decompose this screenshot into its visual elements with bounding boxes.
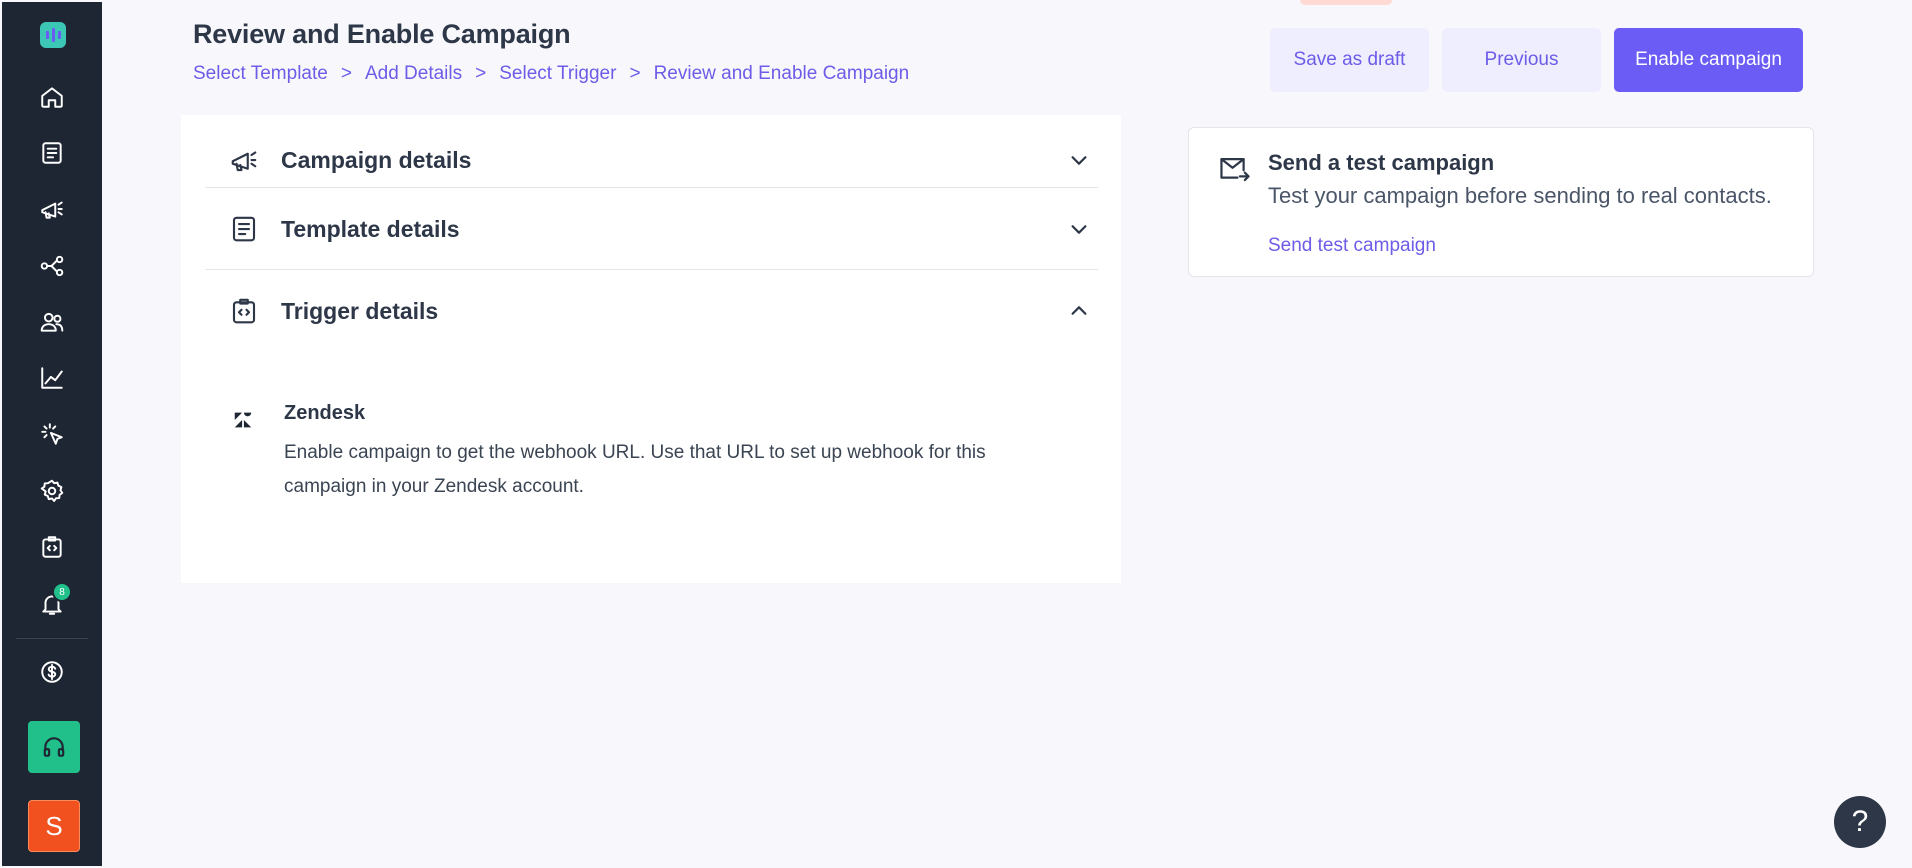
integration-icon xyxy=(229,296,259,326)
breadcrumb-current: Review and Enable Campaign xyxy=(653,63,910,84)
save-draft-button[interactable]: Save as draft xyxy=(1270,28,1429,92)
review-accordion: Campaign details Template details Trigge… xyxy=(181,115,1121,583)
notification-badge: 8 xyxy=(52,582,72,602)
sidebar-item-home[interactable] xyxy=(28,73,76,121)
chevron-up-icon[interactable] xyxy=(1068,300,1090,322)
accordion-label: Trigger details xyxy=(281,297,439,324)
trigger-provider: Zendesk xyxy=(284,402,366,424)
contacts-icon xyxy=(40,312,64,332)
flow-icon xyxy=(40,255,64,277)
breadcrumb-select-trigger[interactable]: Select Trigger xyxy=(499,63,616,85)
accordion-label: Template details xyxy=(281,215,460,242)
home-icon xyxy=(41,87,63,108)
accordion-template-details[interactable]: Template details xyxy=(205,188,1098,270)
breadcrumb: Select Template > Add Details > Select T… xyxy=(193,63,909,85)
sidebar-item-clicks[interactable] xyxy=(28,410,76,458)
sidebar-divider xyxy=(16,638,88,639)
headphones-icon xyxy=(43,737,65,757)
sidebar-item-settings[interactable] xyxy=(28,467,76,515)
click-icon xyxy=(41,423,63,445)
sidebar-item-campaigns[interactable] xyxy=(28,185,76,233)
enable-campaign-button[interactable]: Enable campaign xyxy=(1614,28,1803,92)
page-title: Review and Enable Campaign xyxy=(193,19,571,49)
test-campaign-subtitle: Test your campaign before sending to rea… xyxy=(1268,183,1772,208)
dollar-icon xyxy=(41,661,63,683)
test-campaign-card: Send a test campaign Test your campaign … xyxy=(1188,127,1814,277)
decorative-glow xyxy=(1300,0,1392,5)
sidebar-item-notifications[interactable]: 8 xyxy=(28,580,76,628)
accordion-label: Campaign details xyxy=(281,146,472,173)
campaign-megaphone-icon xyxy=(41,201,63,219)
breadcrumb-separator: > xyxy=(629,63,641,84)
sidebar: 8 S xyxy=(2,2,102,866)
zendesk-icon xyxy=(232,409,254,431)
trigger-description: Enable campaign to get the webhook URL. … xyxy=(284,442,986,497)
sidebar-item-billing[interactable] xyxy=(28,648,76,696)
sidebar-item-analytics[interactable] xyxy=(28,354,76,402)
breadcrumb-add-details[interactable]: Add Details xyxy=(365,63,462,85)
integration-icon xyxy=(42,536,62,558)
megaphone-icon xyxy=(229,145,259,175)
app-logo[interactable] xyxy=(40,22,66,48)
breadcrumb-separator: > xyxy=(475,63,487,84)
sidebar-item-templates[interactable] xyxy=(28,129,76,177)
support-button[interactable] xyxy=(28,721,80,773)
send-test-campaign-link[interactable]: Send test campaign xyxy=(1268,235,1436,257)
user-avatar[interactable]: S xyxy=(28,800,80,852)
analytics-icon xyxy=(41,367,63,389)
chevron-down-icon[interactable] xyxy=(1068,218,1090,240)
template-icon xyxy=(42,142,62,164)
test-campaign-title: Send a test campaign xyxy=(1268,150,1495,175)
breadcrumb-select-template[interactable]: Select Template xyxy=(193,63,328,85)
accordion-trigger-details[interactable]: Trigger details xyxy=(205,270,1098,352)
sidebar-item-flows[interactable] xyxy=(28,242,76,290)
sidebar-item-integrations[interactable] xyxy=(28,523,76,571)
settings-icon xyxy=(40,479,64,502)
template-icon xyxy=(229,214,259,244)
mail-send-icon xyxy=(1219,154,1251,184)
app-frame: 8 S Review and Enable Campaign Select Te… xyxy=(0,0,1912,868)
chevron-down-icon[interactable] xyxy=(1068,149,1090,171)
sidebar-item-contacts[interactable] xyxy=(28,298,76,346)
previous-button[interactable]: Previous xyxy=(1442,28,1601,92)
breadcrumb-separator: > xyxy=(340,63,352,84)
help-button[interactable]: ? xyxy=(1834,796,1886,848)
